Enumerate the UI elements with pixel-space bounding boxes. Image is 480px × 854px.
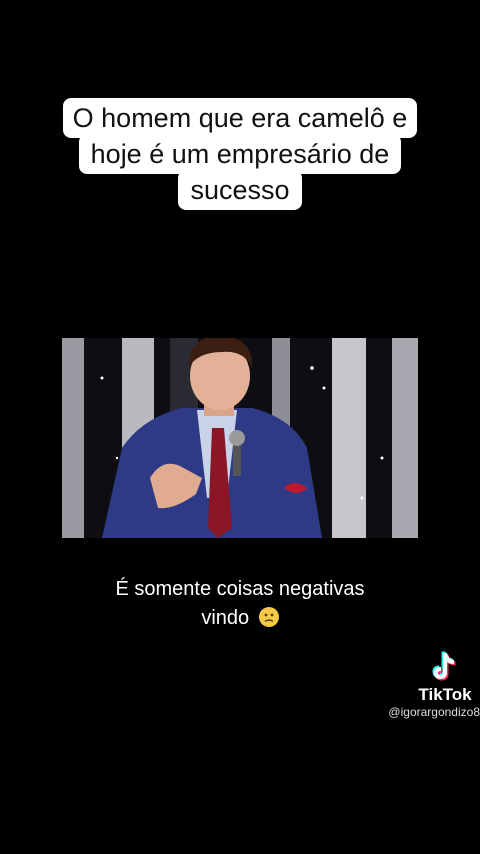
title-overlay: O homem que era camelô e hoje é um empre… bbox=[0, 98, 480, 210]
caption-line-1: É somente coisas negativas bbox=[115, 578, 365, 600]
caption-line-2-text: vindo bbox=[201, 607, 250, 629]
creator-handle[interactable]: @igorargondizo8 bbox=[372, 705, 480, 719]
caption-line-2: vindo bbox=[0, 607, 480, 630]
title-line-3: sucesso bbox=[178, 170, 302, 210]
video-frame[interactable] bbox=[62, 338, 418, 538]
tiktok-brand-label: TikTok bbox=[418, 685, 472, 704]
frowning-face-emoji-icon bbox=[258, 607, 279, 627]
title-line-1: O homem que era camelô e bbox=[62, 98, 418, 138]
tiktok-logo-icon bbox=[426, 648, 462, 684]
video-scene-image bbox=[62, 338, 418, 538]
title-line-2: hoje é um empresário de bbox=[78, 134, 402, 174]
